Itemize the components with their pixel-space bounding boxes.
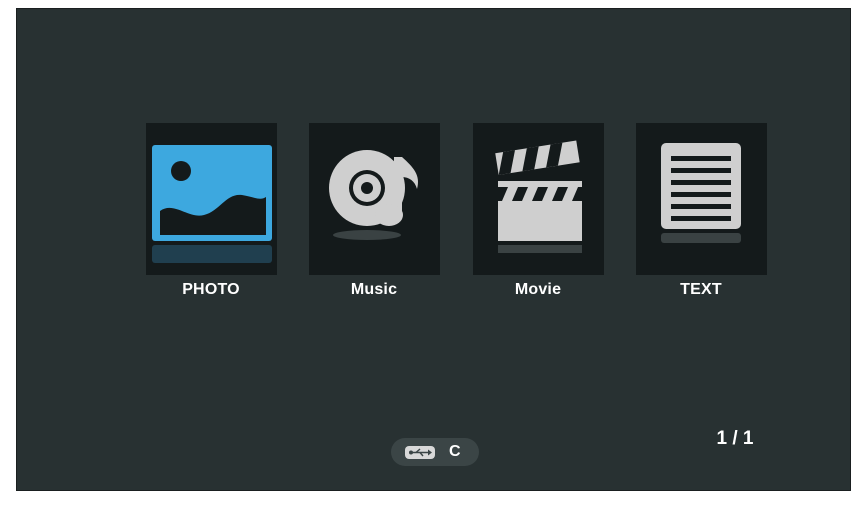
usb-icon [405, 446, 435, 459]
movie-tile[interactable] [473, 123, 604, 275]
page-indicator: 1 / 1 [716, 428, 754, 449]
music-icon [329, 150, 419, 240]
source-label: C [449, 443, 461, 460]
photo-icon [152, 145, 272, 263]
photo-tile[interactable] [146, 123, 277, 275]
text-label: TEXT [680, 281, 722, 298]
text-icon [661, 143, 741, 243]
movie-label: Movie [514, 281, 562, 298]
text-tile[interactable] [636, 123, 767, 275]
source-indicator[interactable]: C [391, 438, 479, 466]
music-tile[interactable] [309, 123, 440, 275]
media-screen: PHOTO Music Movie TEXT C 1 / 1 [16, 8, 851, 491]
movie-icon [495, 140, 582, 253]
music-label: Music [350, 281, 398, 298]
photo-label: PHOTO [182, 281, 240, 298]
